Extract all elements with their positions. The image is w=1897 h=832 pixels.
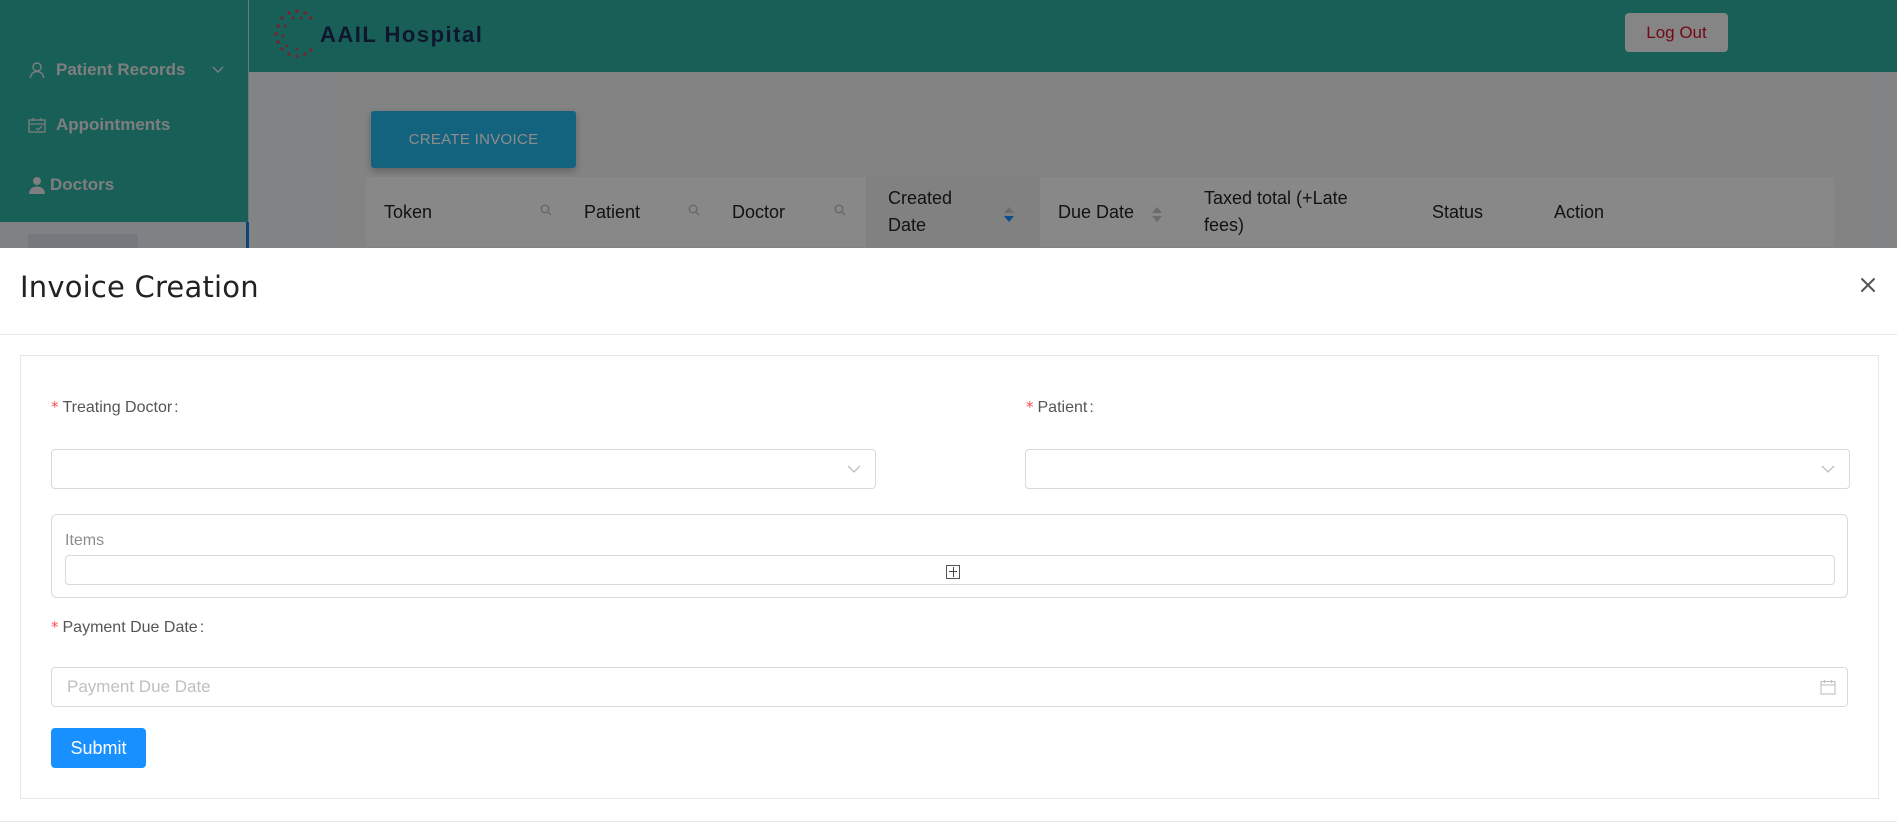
patient-label: * Patient:: [1026, 398, 1094, 417]
page: Patient Records Appointments Doctors AAI…: [0, 0, 1897, 832]
invoice-creation-modal: Invoice Creation * Treating Doctor: * Pati…: [0, 248, 1897, 832]
label-colon: :: [174, 399, 179, 416]
divider: [0, 821, 1897, 822]
items-list[interactable]: [65, 555, 1835, 585]
submit-button[interactable]: Submit: [51, 728, 146, 768]
items-label: Items: [65, 532, 105, 549]
chevron-down-icon: [1821, 462, 1835, 476]
required-mark: *: [1026, 398, 1034, 416]
required-mark: *: [51, 398, 59, 416]
chevron-down-icon: [847, 462, 861, 476]
required-mark: *: [51, 618, 59, 636]
modal-title: Invoice Creation: [20, 270, 259, 304]
label-text: Treating Doctor: [62, 399, 173, 416]
label-text: Patient: [1037, 399, 1088, 416]
plus-square-icon[interactable]: [946, 565, 960, 579]
invoice-form: * Treating Doctor: * Patient: Items * Pa…: [20, 355, 1879, 799]
label-colon: :: [199, 619, 205, 636]
payment-due-date-label: * Payment Due Date:: [51, 618, 204, 637]
patient-select[interactable]: [1025, 449, 1850, 489]
treating-doctor-select[interactable]: [51, 449, 876, 489]
treating-doctor-label: * Treating Doctor:: [51, 398, 179, 417]
divider: [0, 334, 1897, 335]
close-icon[interactable]: [1857, 274, 1879, 296]
label-colon: :: [1089, 399, 1094, 416]
items-section: Items: [51, 514, 1848, 598]
label-text: Payment Due Date: [62, 619, 198, 636]
payment-due-date-input[interactable]: [51, 667, 1848, 707]
